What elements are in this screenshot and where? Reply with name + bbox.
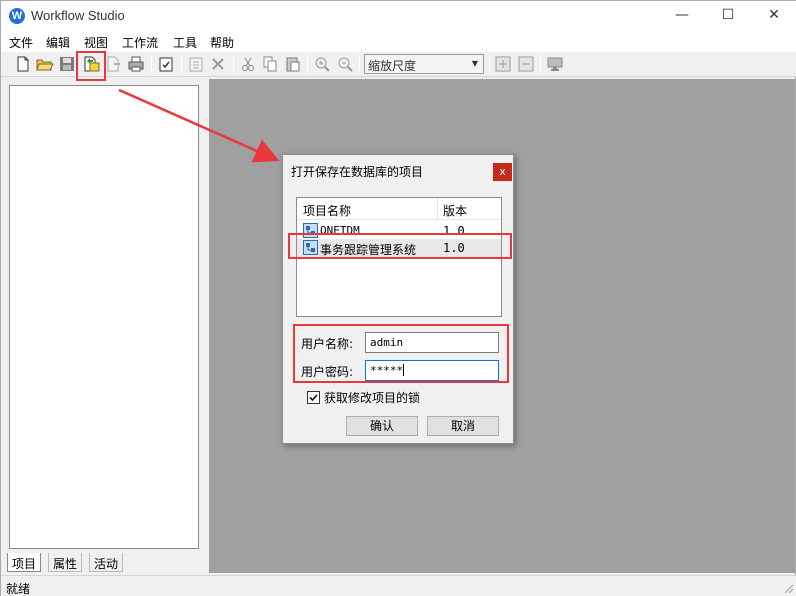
lock-checkbox-label[interactable]: 获取修改项目的锁: [324, 389, 420, 406]
checkmark-icon: [309, 394, 318, 402]
menu-edit[interactable]: 编辑: [46, 34, 70, 51]
selected-row-highlight: [288, 233, 512, 259]
expand-icon[interactable]: [494, 55, 512, 73]
status-bar: 就绪: [1, 575, 796, 596]
paste-icon[interactable]: [284, 55, 302, 73]
check-icon[interactable]: [157, 55, 175, 73]
tab-activities[interactable]: 活动: [89, 553, 124, 572]
credentials-highlight: [293, 324, 509, 383]
menu-file[interactable]: 文件: [9, 34, 33, 51]
title-bar: W Workflow Studio — ☐ ✕: [1, 1, 796, 32]
zoom-in-icon[interactable]: [313, 55, 331, 73]
copy-icon[interactable]: [261, 55, 279, 73]
toolbar-separator: [233, 55, 234, 73]
lock-checkbox[interactable]: [307, 391, 320, 404]
window-title: Workflow Studio: [31, 8, 125, 23]
minimize-button[interactable]: —: [659, 1, 705, 32]
menu-tools[interactable]: 工具: [173, 34, 197, 51]
list-header: 项目名称 版本: [297, 198, 501, 220]
print-icon[interactable]: [127, 55, 145, 73]
menu-help[interactable]: 帮助: [210, 34, 234, 51]
app-window: W Workflow Studio — ☐ ✕ 文件 编辑 视图 工作流 工具 …: [0, 0, 796, 596]
toolbar-separator: [181, 55, 182, 73]
save-icon[interactable]: [58, 55, 76, 73]
toolbar-separator: [307, 55, 308, 73]
maximize-button[interactable]: ☐: [705, 1, 751, 32]
tab-project[interactable]: 项目: [7, 553, 42, 572]
new-file-icon[interactable]: [14, 55, 32, 73]
zoom-select[interactable]: 缩放尺度 ▼: [364, 54, 484, 74]
column-divider: [437, 198, 438, 220]
dialog-close-button[interactable]: x: [493, 163, 512, 181]
cut-icon[interactable]: [239, 55, 257, 73]
project-tree[interactable]: [9, 85, 199, 549]
toolbar-separator: [359, 55, 360, 73]
workflow-app-icon: W: [9, 8, 25, 24]
toolbar-separator: [489, 55, 490, 73]
tab-properties[interactable]: 属性: [48, 553, 83, 572]
zoom-select-value: 缩放尺度: [368, 59, 417, 73]
project-panel: 项目 属性 活动: [4, 79, 207, 573]
chevron-down-icon: ▼: [471, 59, 479, 68]
zoom-out-icon[interactable]: [336, 55, 354, 73]
open-project-dialog: 打开保存在数据库的项目 x 项目名称 版本 ONETDM 1.0 事务跟踪管理系…: [282, 154, 514, 444]
open-folder-icon[interactable]: [36, 55, 54, 73]
toolbar-separator: [540, 55, 541, 73]
delete-icon[interactable]: [209, 55, 227, 73]
collapse-icon[interactable]: [517, 55, 535, 73]
column-header-name[interactable]: 项目名称: [303, 202, 351, 219]
toolbar-button-highlight: [76, 51, 106, 81]
menu-bar: 文件 编辑 视图 工作流 工具 帮助: [1, 32, 796, 52]
menu-workflow[interactable]: 工作流: [122, 34, 158, 51]
dialog-title: 打开保存在数据库的项目: [291, 165, 424, 179]
column-header-version[interactable]: 版本: [443, 202, 467, 219]
status-text: 就绪: [6, 582, 31, 596]
properties-icon[interactable]: [187, 55, 205, 73]
monitor-icon[interactable]: [546, 55, 564, 73]
toolbar-separator: [151, 55, 152, 73]
close-button[interactable]: ✕: [751, 1, 796, 32]
export-icon[interactable]: [105, 55, 123, 73]
ok-button[interactable]: 确认: [346, 416, 418, 436]
menu-view[interactable]: 视图: [84, 34, 108, 51]
resize-grip-icon[interactable]: [782, 582, 794, 594]
cancel-button[interactable]: 取消: [427, 416, 499, 436]
toolbar: 缩放尺度 ▼: [1, 52, 796, 77]
